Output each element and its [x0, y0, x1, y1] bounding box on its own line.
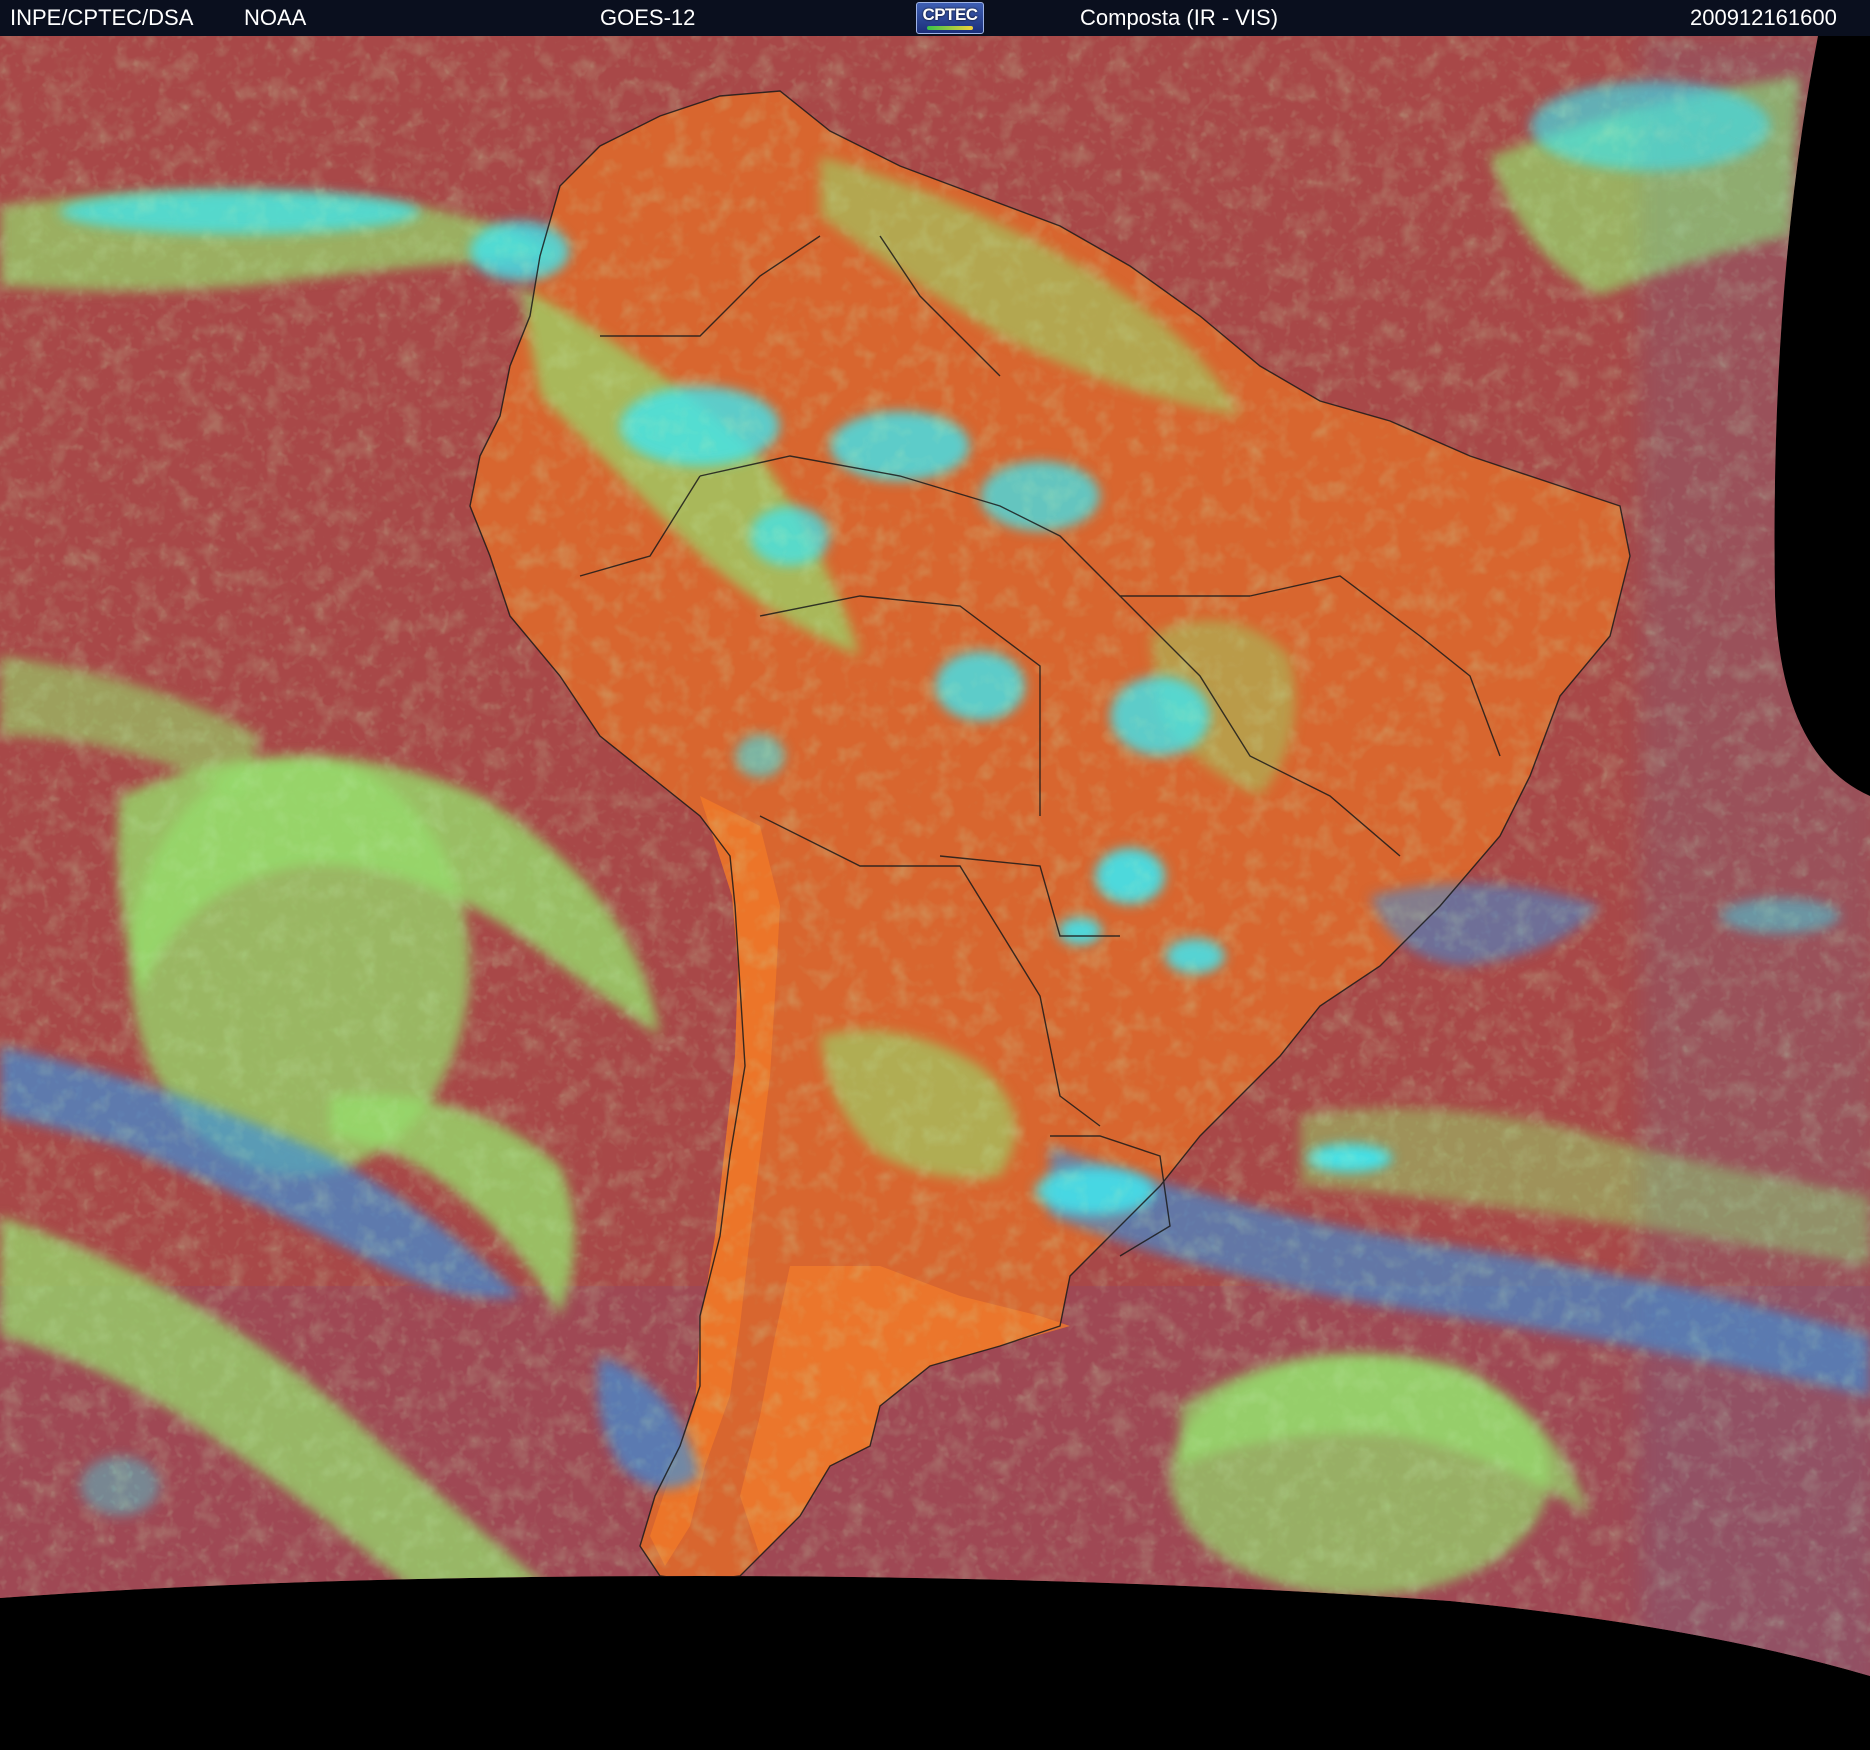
logo-text: CPTEC	[922, 5, 978, 24]
satellite-label: GOES-12	[600, 5, 696, 30]
cloud-texture-overlay	[0, 36, 1870, 1676]
satellite-composite-image	[0, 36, 1870, 1750]
timestamp-label: 200912161600	[1690, 5, 1837, 30]
cptec-logo: CPTEC	[916, 2, 984, 34]
earth-disk	[0, 36, 1870, 1676]
product-label: Composta (IR - VIS)	[1080, 5, 1279, 30]
partner-label: NOAA	[244, 5, 307, 30]
agency-label: INPE/CPTEC/DSA	[10, 5, 194, 30]
logo-swoosh	[927, 26, 973, 30]
image-header: INPE/CPTEC/DSA NOAA GOES-12 CPTEC Compos…	[0, 0, 1870, 36]
